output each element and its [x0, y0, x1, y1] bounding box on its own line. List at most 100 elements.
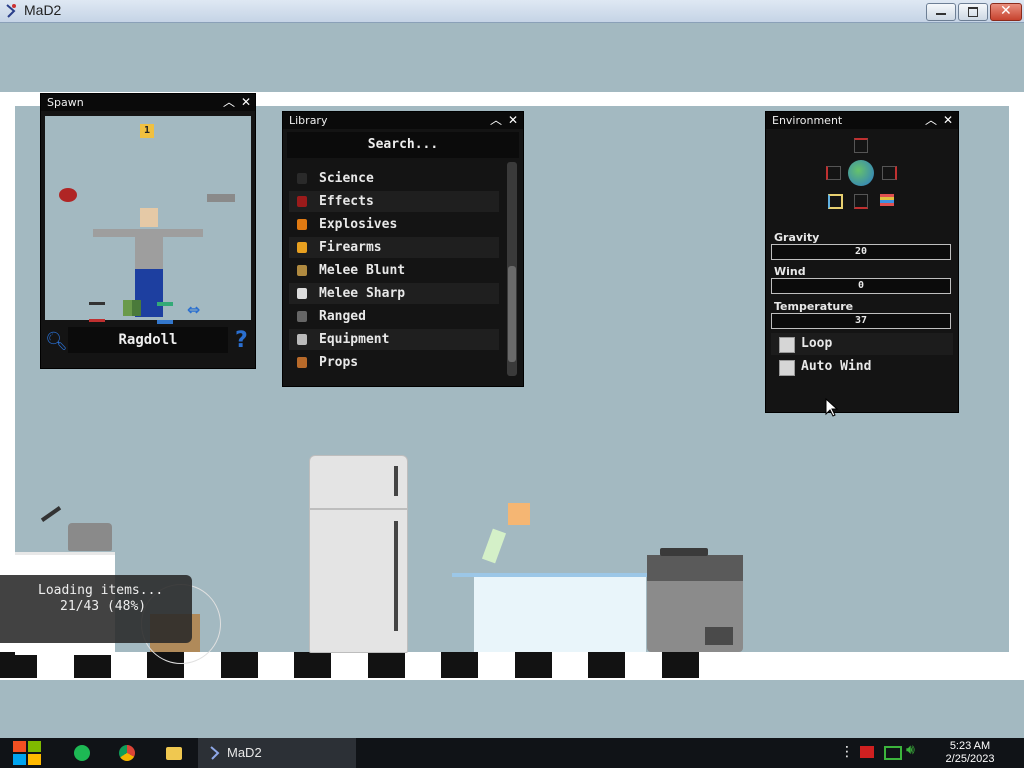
restore-button[interactable]	[958, 3, 988, 21]
library-scrollbar[interactable]	[507, 162, 517, 376]
collapse-spawn-button[interactable]: ︿	[221, 95, 237, 110]
toaster[interactable]	[68, 523, 112, 551]
close-icon: ✕	[507, 113, 519, 127]
volume-icon[interactable]: 🔊︎	[906, 742, 915, 758]
category-item[interactable]: Melee Sharp	[289, 283, 499, 304]
category-label: Effects	[319, 194, 374, 209]
props-icon	[297, 357, 307, 368]
flag-icon[interactable]	[860, 746, 874, 758]
file-explorer-icon[interactable]	[164, 743, 184, 763]
green-bar[interactable]	[481, 528, 507, 564]
search-icon[interactable]: 🔍︎	[45, 331, 68, 352]
category-item[interactable]: Firearms	[289, 237, 499, 258]
loading-overlay: Loading items... 21/43 (48%)	[0, 575, 192, 643]
category-label: Explosives	[319, 217, 398, 232]
spawn-item-name[interactable]: Ragdoll	[68, 327, 228, 353]
floor-tile	[220, 652, 258, 678]
orange-cube[interactable]	[508, 503, 530, 525]
collapse-environment-button[interactable]: ︿	[923, 113, 939, 128]
pan[interactable]	[660, 548, 708, 556]
close-icon: ✕	[1000, 3, 1012, 19]
firearms-icon	[297, 242, 307, 253]
chevron-up-icon: ︿	[222, 95, 235, 109]
window-titlebar: MaD2 ✕	[0, 0, 1024, 23]
books-icon[interactable]	[157, 302, 173, 324]
floor-tile	[294, 652, 331, 678]
category-item[interactable]: Props	[289, 352, 499, 373]
close-window-button[interactable]: ✕	[990, 3, 1022, 21]
effects-icon	[297, 196, 307, 207]
explosives-icon	[297, 219, 307, 230]
category-list: Science Effects Explosives Firearms Melee Bl…	[283, 168, 505, 378]
swap-arrows-icon[interactable]: ⇔	[187, 300, 200, 319]
floor-tile	[514, 652, 552, 678]
temperature-label: Temperature	[774, 300, 854, 313]
wind-label: Wind	[774, 265, 806, 278]
network-icon[interactable]	[884, 746, 902, 760]
oven[interactable]	[647, 555, 743, 652]
spotify-icon[interactable]	[72, 743, 92, 763]
world-right-wall-toggle-icon[interactable]	[882, 166, 897, 180]
close-library-button[interactable]: ✕	[505, 113, 521, 128]
close-icon: ✕	[942, 113, 954, 127]
auto-wind-row[interactable]: Auto Wind	[771, 356, 953, 378]
category-item[interactable]: Equipment	[289, 329, 499, 350]
world-ceiling-toggle-icon[interactable]	[854, 138, 868, 153]
temperature-field[interactable]: 37	[771, 313, 951, 329]
library-scroll-thumb[interactable]	[508, 266, 516, 362]
fridge-handle	[394, 521, 398, 631]
spawn-preview[interactable]: 1 ⇔	[45, 116, 251, 324]
minimize-button[interactable]	[926, 3, 956, 21]
taskbar-app-label: MaD2	[227, 745, 262, 760]
knife[interactable]	[40, 506, 62, 522]
close-environment-button[interactable]: ✕	[940, 113, 956, 128]
chrome-icon[interactable]	[117, 743, 137, 763]
fridge[interactable]	[309, 455, 408, 653]
grid-blocks-icon[interactable]	[123, 300, 141, 316]
collapse-library-button[interactable]: ︿	[488, 113, 504, 128]
world-layers-icon[interactable]	[880, 194, 894, 206]
tray-overflow-icon[interactable]: ⋮	[840, 744, 854, 760]
world-floor-toggle-icon[interactable]	[854, 194, 868, 209]
category-item[interactable]: Effects	[289, 191, 499, 212]
globe-icon[interactable]	[848, 160, 874, 186]
category-label: Science	[319, 171, 374, 186]
minimize-icon	[936, 13, 946, 15]
category-item[interactable]: Explosives	[289, 214, 499, 235]
wind-field[interactable]: 0	[771, 278, 951, 294]
count-badge: 1	[140, 124, 154, 138]
loop-row[interactable]: Loop	[771, 333, 953, 355]
window-title: MaD2	[24, 2, 62, 18]
gray-slab	[207, 194, 235, 202]
loop-checkbox[interactable]	[779, 337, 795, 353]
library-search-input[interactable]: Search...	[287, 132, 519, 158]
category-item[interactable]: Science	[289, 168, 499, 189]
right-wall	[1009, 92, 1024, 652]
environment-panel: Environment ︿ ✕ Gravity 20 Wind 0 Temper…	[765, 111, 959, 413]
loop-label: Loop	[801, 336, 833, 351]
category-item[interactable]: Melee Blunt	[289, 260, 499, 281]
help-icon[interactable]: ?	[235, 328, 248, 353]
environment-panel-title: Environment	[772, 114, 843, 127]
gravity-field[interactable]: 20	[771, 244, 951, 260]
clock-date[interactable]: 2/25/2023	[936, 753, 1004, 765]
blood-splat	[59, 188, 77, 202]
category-label: Ranged	[319, 309, 366, 324]
clock-time[interactable]: 5:23 AM	[940, 740, 1000, 752]
library-panel-header: Library	[283, 112, 523, 129]
close-spawn-button[interactable]: ✕	[238, 95, 254, 110]
auto-wind-checkbox[interactable]	[779, 360, 795, 376]
head	[140, 208, 158, 227]
freezer-handle	[394, 466, 398, 496]
chevron-up-icon: ︿	[924, 113, 937, 127]
settings-sliders-icon[interactable]	[89, 302, 105, 322]
world-left-wall-toggle-icon[interactable]	[826, 166, 841, 180]
start-button[interactable]	[11, 740, 43, 766]
melee-blunt-icon	[297, 265, 307, 276]
taskbar-app-mad2[interactable]: MaD2	[198, 738, 356, 768]
category-item[interactable]: Ranged	[289, 306, 499, 327]
library-panel: Library ︿ ✕ Search... Science Effects Expl…	[282, 111, 524, 387]
oven-vent	[705, 627, 733, 645]
left-wall	[0, 92, 15, 652]
world-box-toggle-icon[interactable]	[828, 194, 843, 209]
